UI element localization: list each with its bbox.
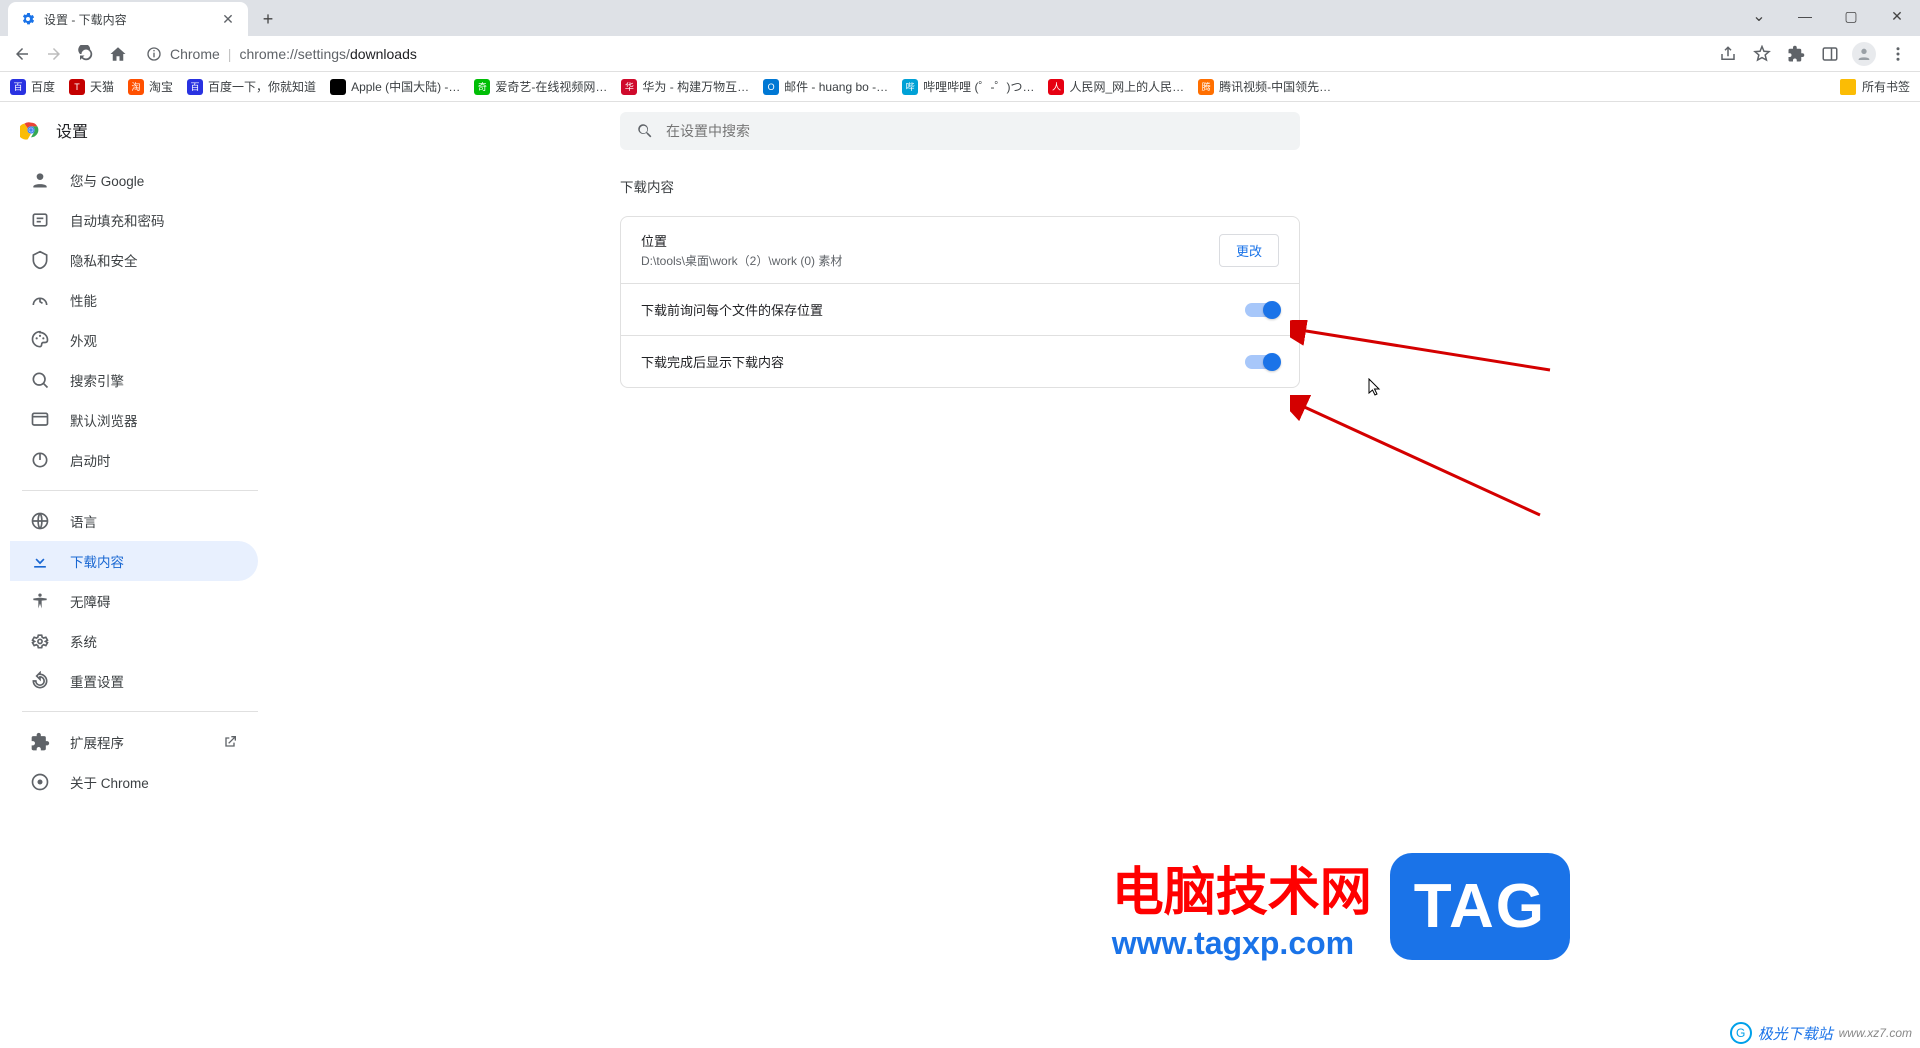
forward-button[interactable] bbox=[40, 40, 68, 68]
mouse-cursor-icon bbox=[1368, 378, 1384, 398]
bookmark-item[interactable]: 淘淘宝 bbox=[128, 78, 173, 95]
bookmark-item[interactable]: O邮件 - huang bo -… bbox=[763, 78, 888, 95]
nav-about-chrome[interactable]: 关于 Chrome bbox=[10, 762, 258, 802]
toggle1-label: 下载前询问每个文件的保存位置 bbox=[641, 300, 823, 319]
bookmark-item[interactable]: Apple (中国大陆) -… bbox=[330, 78, 460, 95]
settings-main: 下载内容 位置 D:\tools\桌面\work（2）\work (0) 素材 … bbox=[620, 176, 1300, 388]
settings-gear-icon bbox=[20, 11, 36, 27]
tabs-bar: 设置 - 下载内容 ✕ + bbox=[0, 0, 1920, 36]
row-ask-before-download: 下载前询问每个文件的保存位置 bbox=[621, 283, 1299, 335]
watermark-title: 电脑技术网 bbox=[1112, 850, 1372, 925]
side-panel-icon[interactable] bbox=[1816, 40, 1844, 68]
back-button[interactable] bbox=[8, 40, 36, 68]
bookmarks-bar: 百百度 T天猫 淘淘宝 百百度一下，你就知道 Apple (中国大陆) -… 奇… bbox=[0, 72, 1920, 102]
nav-accessibility[interactable]: 无障碍 bbox=[10, 581, 258, 621]
settings-title: 设置 bbox=[56, 118, 88, 142]
footer-url: www.xz7.com bbox=[1839, 1026, 1912, 1040]
nav-search-engine[interactable]: 搜索引擎 bbox=[10, 360, 258, 400]
bookmark-item[interactable]: 人人民网_网上的人民… bbox=[1048, 78, 1184, 95]
bookmark-item[interactable]: 百百度一下，你就知道 bbox=[187, 78, 316, 95]
settings-header: 设置 bbox=[0, 102, 1920, 158]
bookmark-item[interactable]: T天猫 bbox=[69, 78, 114, 95]
chrome-logo-icon bbox=[20, 119, 42, 141]
nav-performance[interactable]: 性能 bbox=[10, 280, 258, 320]
extensions-icon[interactable] bbox=[1782, 40, 1810, 68]
footer-logo-icon: G bbox=[1730, 1022, 1752, 1044]
nav-extensions[interactable]: 扩展程序 bbox=[10, 722, 258, 762]
window-controls: ⌄ — ▢ ✕ bbox=[1736, 0, 1920, 32]
footer-watermark: G 极光下载站 www.xz7.com bbox=[1730, 1022, 1912, 1044]
footer-brand: 极光下载站 bbox=[1758, 1023, 1833, 1044]
row-show-after-download: 下载完成后显示下载内容 bbox=[621, 335, 1299, 387]
folder-icon bbox=[1840, 79, 1856, 95]
downloads-card: 位置 D:\tools\桌面\work（2）\work (0) 素材 更改 下载… bbox=[620, 216, 1300, 388]
nav-privacy[interactable]: 隐私和安全 bbox=[10, 240, 258, 280]
window-close-icon[interactable]: ✕ bbox=[1874, 0, 1920, 32]
nav-on-startup[interactable]: 启动时 bbox=[10, 440, 258, 480]
settings-search-input[interactable] bbox=[666, 123, 1284, 139]
nav-you-and-google[interactable]: 您与 Google bbox=[10, 160, 258, 200]
annotation-arrow-2 bbox=[1290, 395, 1550, 525]
nav-autofill[interactable]: 自动填充和密码 bbox=[10, 200, 258, 240]
menu-kebab-icon[interactable] bbox=[1884, 40, 1912, 68]
settings-sidebar: 您与 Google 自动填充和密码 隐私和安全 性能 外观 搜索引擎 默认浏览器… bbox=[10, 160, 258, 802]
new-tab-button[interactable]: + bbox=[254, 5, 282, 33]
external-link-icon bbox=[222, 734, 238, 750]
annotation-arrow-1 bbox=[1290, 320, 1560, 380]
all-bookmarks-button[interactable]: 所有书签 bbox=[1840, 78, 1910, 95]
share-icon[interactable] bbox=[1714, 40, 1742, 68]
bookmark-item[interactable]: 腾腾讯视频-中国领先… bbox=[1198, 78, 1331, 95]
home-button[interactable] bbox=[104, 40, 132, 68]
address-field[interactable]: Chrome | chrome://settings/downloads bbox=[136, 40, 1710, 68]
scheme-label: Chrome bbox=[170, 46, 220, 62]
bookmark-item[interactable]: 华华为 - 构建万物互… bbox=[621, 78, 749, 95]
browser-tab[interactable]: 设置 - 下载内容 ✕ bbox=[8, 2, 248, 36]
section-title: 下载内容 bbox=[620, 176, 1300, 196]
watermark-url: www.tagxp.com bbox=[1112, 925, 1354, 962]
watermark-tag: TAG bbox=[1390, 853, 1570, 960]
site-info-icon bbox=[146, 46, 162, 62]
bookmark-item[interactable]: 哔哔哩哔哩 (゜-゜)つ… bbox=[902, 78, 1034, 95]
location-value: D:\tools\桌面\work（2）\work (0) 素材 bbox=[641, 252, 842, 269]
window-dropdown-icon[interactable]: ⌄ bbox=[1736, 0, 1782, 32]
tab-close-icon[interactable]: ✕ bbox=[220, 11, 236, 27]
nav-appearance[interactable]: 外观 bbox=[10, 320, 258, 360]
settings-search[interactable] bbox=[620, 112, 1300, 150]
bookmark-item[interactable]: 百百度 bbox=[10, 78, 55, 95]
reload-button[interactable] bbox=[72, 40, 100, 68]
window-maximize-icon[interactable]: ▢ bbox=[1828, 0, 1874, 32]
change-location-button[interactable]: 更改 bbox=[1219, 234, 1279, 267]
search-icon bbox=[636, 122, 654, 140]
toggle2-label: 下载完成后显示下载内容 bbox=[641, 352, 784, 371]
watermark: 电脑技术网 www.tagxp.com TAG bbox=[1112, 850, 1570, 962]
nav-downloads[interactable]: 下载内容 bbox=[10, 541, 258, 581]
bookmark-item[interactable]: 奇爱奇艺-在线视频网… bbox=[474, 78, 607, 95]
row-location: 位置 D:\tools\桌面\work（2）\work (0) 素材 更改 bbox=[621, 217, 1299, 283]
toggle-show-downloads[interactable] bbox=[1245, 355, 1279, 369]
nav-system[interactable]: 系统 bbox=[10, 621, 258, 661]
nav-default-browser[interactable]: 默认浏览器 bbox=[10, 400, 258, 440]
address-bar: Chrome | chrome://settings/downloads bbox=[0, 36, 1920, 72]
nav-reset[interactable]: 重置设置 bbox=[10, 661, 258, 701]
bookmark-star-icon[interactable] bbox=[1748, 40, 1776, 68]
tab-title: 设置 - 下载内容 bbox=[44, 11, 212, 28]
location-label: 位置 bbox=[641, 231, 842, 250]
profile-avatar[interactable] bbox=[1850, 40, 1878, 68]
nav-languages[interactable]: 语言 bbox=[10, 501, 258, 541]
window-minimize-icon[interactable]: — bbox=[1782, 0, 1828, 32]
toggle-ask-location[interactable] bbox=[1245, 303, 1279, 317]
